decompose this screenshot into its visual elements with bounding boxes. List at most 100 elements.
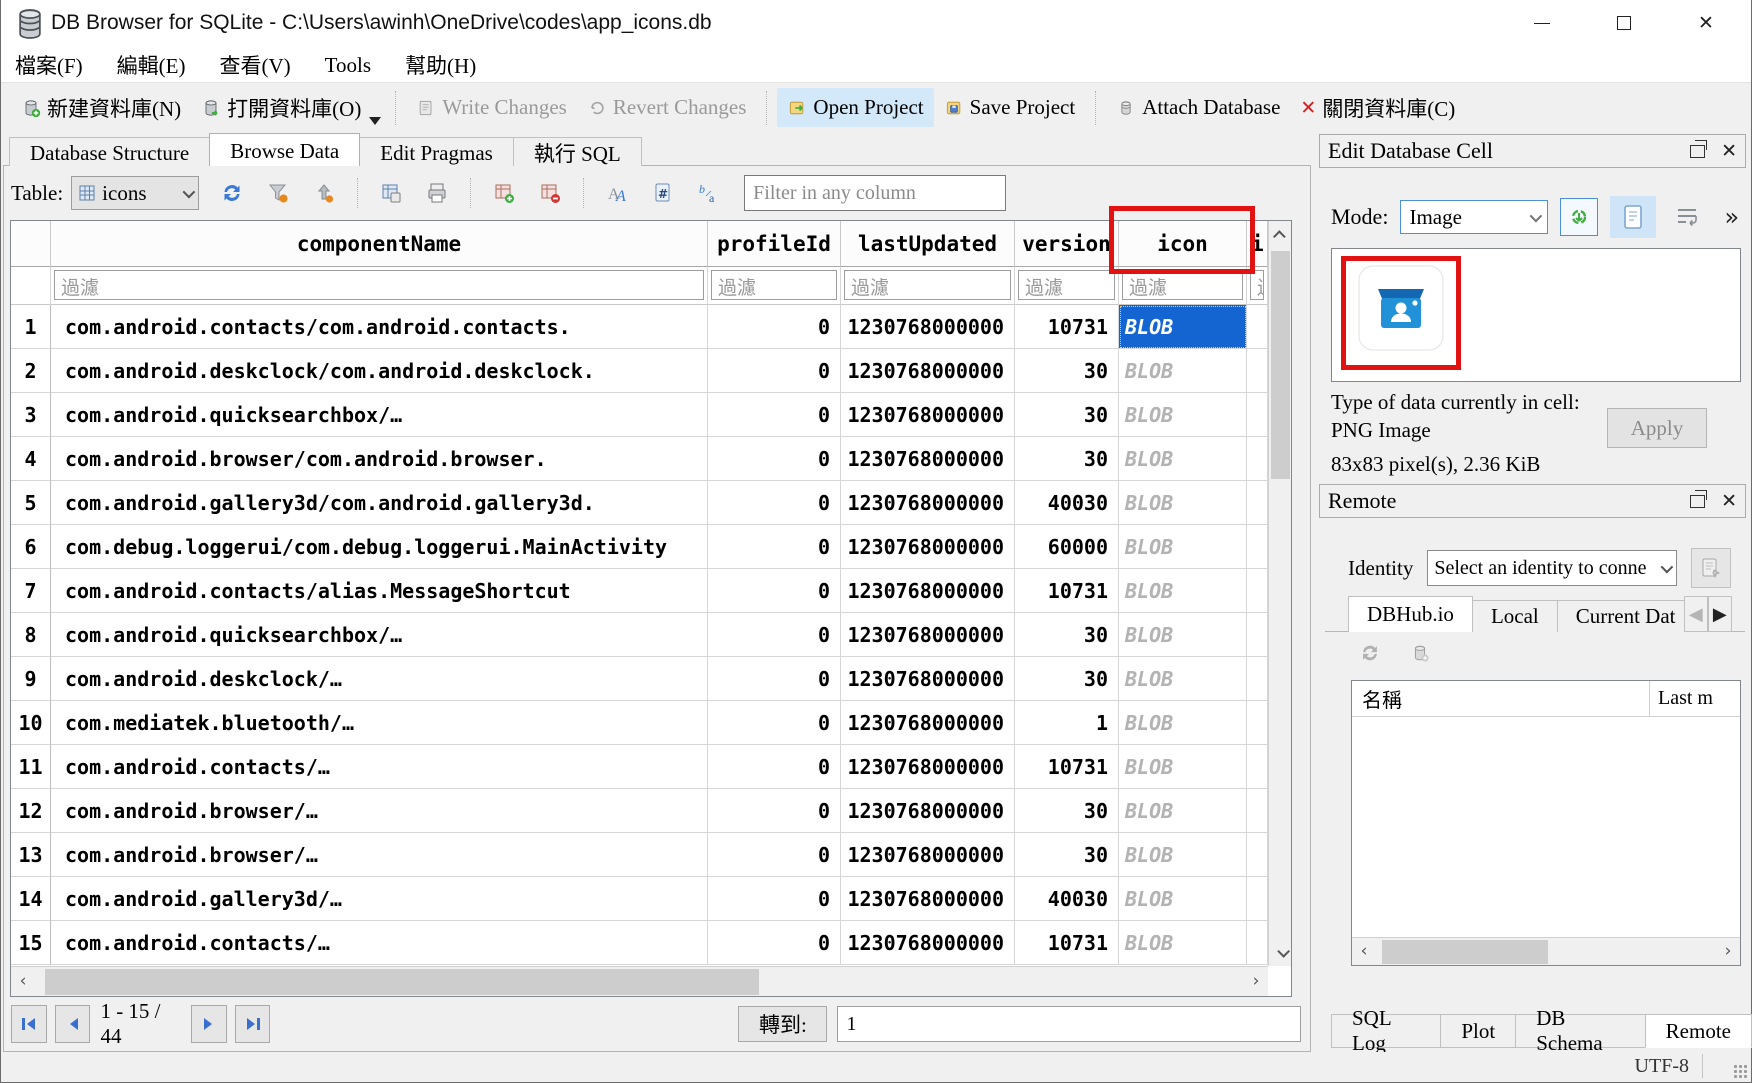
- row-number[interactable]: 1: [11, 305, 51, 349]
- goto-input[interactable]: [837, 1006, 1301, 1042]
- table-row[interactable]: 15 com.android.contacts/… 0 123076800000…: [11, 921, 1291, 965]
- table-row[interactable]: 3 com.android.quicksearchbox/… 0 1230768…: [11, 393, 1291, 437]
- cell-lastUpdated[interactable]: 1230768000000: [841, 525, 1015, 569]
- cell-version[interactable]: 30: [1015, 393, 1119, 437]
- cell-version[interactable]: 1: [1015, 701, 1119, 745]
- row-number[interactable]: 15: [11, 921, 51, 965]
- cell-icon-blob[interactable]: BLOB: [1119, 657, 1247, 701]
- cell-version[interactable]: 30: [1015, 789, 1119, 833]
- cell-lastUpdated[interactable]: 1230768000000: [841, 437, 1015, 481]
- cell-partial[interactable]: [1247, 437, 1268, 481]
- cell-profileId[interactable]: 0: [708, 393, 841, 437]
- table-row[interactable]: 14 com.android.gallery3d/… 0 12307680000…: [11, 877, 1291, 921]
- cell-componentName[interactable]: com.android.contacts/…: [51, 745, 708, 789]
- cell-componentName[interactable]: com.android.browser/…: [51, 833, 708, 877]
- table-selector[interactable]: icons: [71, 176, 199, 210]
- row-number[interactable]: 8: [11, 613, 51, 657]
- dock-tab-remote[interactable]: Remote: [1645, 1014, 1752, 1048]
- maximize-button[interactable]: [1597, 0, 1651, 46]
- text-mode-button[interactable]: [1610, 196, 1656, 238]
- tab-browse-data[interactable]: Browse Data: [209, 133, 360, 166]
- remote-list-modified-header[interactable]: Last m: [1650, 687, 1713, 710]
- resize-grip[interactable]: [1733, 1064, 1747, 1078]
- cell-componentName[interactable]: com.android.browser/com.android.browser.: [51, 437, 708, 481]
- cell-version[interactable]: 10731: [1015, 569, 1119, 613]
- column-header-version[interactable]: version: [1015, 221, 1119, 267]
- horizontal-scrollbar-thumb[interactable]: [45, 969, 759, 995]
- cell-lastUpdated[interactable]: 1230768000000: [841, 305, 1015, 349]
- cell-icon-blob[interactable]: BLOB: [1119, 569, 1247, 613]
- close-button[interactable]: ✕: [1679, 0, 1733, 46]
- cell-version[interactable]: 30: [1015, 657, 1119, 701]
- cell-partial[interactable]: [1247, 789, 1268, 833]
- row-number[interactable]: 9: [11, 657, 51, 701]
- cell-profileId[interactable]: 0: [708, 877, 841, 921]
- filter-profileId[interactable]: 過濾: [711, 270, 837, 300]
- dock-tab-db-schema[interactable]: DB Schema: [1515, 1014, 1645, 1048]
- prev-page-button[interactable]: [55, 1005, 91, 1043]
- dock-tab-sql-log[interactable]: SQL Log: [1331, 1014, 1441, 1048]
- cell-icon-blob[interactable]: BLOB: [1119, 305, 1247, 349]
- column-header-componentName[interactable]: componentName: [51, 221, 708, 267]
- cell-icon-blob[interactable]: BLOB: [1119, 437, 1247, 481]
- minimize-button[interactable]: [1515, 0, 1569, 46]
- identity-selector[interactable]: Select an identity to conne: [1427, 550, 1677, 586]
- tab-edit-pragmas[interactable]: Edit Pragmas: [359, 137, 514, 166]
- cell-partial[interactable]: [1247, 305, 1268, 349]
- cell-componentName[interactable]: com.android.quicksearchbox/…: [51, 613, 708, 657]
- cell-componentName[interactable]: com.android.browser/…: [51, 789, 708, 833]
- vertical-scrollbar-thumb[interactable]: [1271, 251, 1290, 479]
- cell-version[interactable]: 10731: [1015, 921, 1119, 965]
- cell-partial[interactable]: [1247, 613, 1268, 657]
- filter-icon[interactable]: 過濾: [1122, 270, 1243, 300]
- float-panel-icon[interactable]: [1690, 495, 1705, 508]
- cell-lastUpdated[interactable]: 1230768000000: [841, 349, 1015, 393]
- table-row[interactable]: 9 com.android.deskclock/… 0 123076800000…: [11, 657, 1291, 701]
- row-number[interactable]: 2: [11, 349, 51, 393]
- import-data-button[interactable]: [1560, 198, 1598, 236]
- remote-tab-dbhub[interactable]: DBHub.io: [1348, 596, 1473, 632]
- table-row[interactable]: 1 com.android.contacts/com.android.conta…: [11, 305, 1291, 349]
- tab-scroll-right-button[interactable]: ▶: [1708, 596, 1732, 632]
- clear-filters-button[interactable]: [265, 180, 291, 206]
- remote-clone-database-button[interactable]: [1409, 642, 1431, 664]
- write-changes-button[interactable]: Write Changes: [406, 88, 577, 127]
- apply-button[interactable]: Apply: [1607, 408, 1707, 448]
- filter-lastUpdated[interactable]: 過濾: [844, 270, 1011, 300]
- table-row[interactable]: 11 com.android.contacts/… 0 123076800000…: [11, 745, 1291, 789]
- cell-profileId[interactable]: 0: [708, 569, 841, 613]
- cell-icon-blob[interactable]: BLOB: [1119, 921, 1247, 965]
- row-number[interactable]: 13: [11, 833, 51, 877]
- remote-tab-local[interactable]: Local: [1472, 600, 1558, 632]
- cell-icon-blob[interactable]: BLOB: [1119, 877, 1247, 921]
- scroll-left-arrow[interactable]: ‹: [11, 968, 35, 994]
- table-row[interactable]: 7 com.android.contacts/alias.MessageShor…: [11, 569, 1291, 613]
- cell-lastUpdated[interactable]: 1230768000000: [841, 481, 1015, 525]
- scroll-down-arrow[interactable]: [1269, 940, 1293, 966]
- cell-version[interactable]: 30: [1015, 833, 1119, 877]
- cell-componentName[interactable]: com.android.contacts/alias.MessageShortc…: [51, 569, 708, 613]
- close-database-button[interactable]: ✕ 關閉資料庫(C): [1290, 86, 1465, 130]
- cell-icon-blob[interactable]: BLOB: [1119, 393, 1247, 437]
- dock-tab-plot[interactable]: Plot: [1440, 1014, 1516, 1048]
- row-number[interactable]: 7: [11, 569, 51, 613]
- cell-version[interactable]: 40030: [1015, 877, 1119, 921]
- word-wrap-button[interactable]: [1668, 198, 1706, 236]
- cell-partial[interactable]: [1247, 745, 1268, 789]
- refresh-button[interactable]: [219, 180, 245, 206]
- cell-lastUpdated[interactable]: 1230768000000: [841, 613, 1015, 657]
- table-row[interactable]: 8 com.android.quicksearchbox/… 0 1230768…: [11, 613, 1291, 657]
- attach-database-button[interactable]: Attach Database: [1106, 88, 1290, 127]
- cell-version[interactable]: 60000: [1015, 525, 1119, 569]
- row-number[interactable]: 12: [11, 789, 51, 833]
- filter-input[interactable]: [744, 175, 1006, 211]
- menu-help[interactable]: 幫助(H): [401, 48, 480, 82]
- cell-icon-blob[interactable]: BLOB: [1119, 745, 1247, 789]
- cell-version[interactable]: 40030: [1015, 481, 1119, 525]
- cell-profileId[interactable]: 0: [708, 349, 841, 393]
- cell-profileId[interactable]: 0: [708, 613, 841, 657]
- tab-database-structure[interactable]: Database Structure: [9, 137, 210, 166]
- clear-sort-button[interactable]: [311, 180, 337, 206]
- filter-version[interactable]: 過濾: [1018, 270, 1115, 300]
- cell-partial[interactable]: [1247, 701, 1268, 745]
